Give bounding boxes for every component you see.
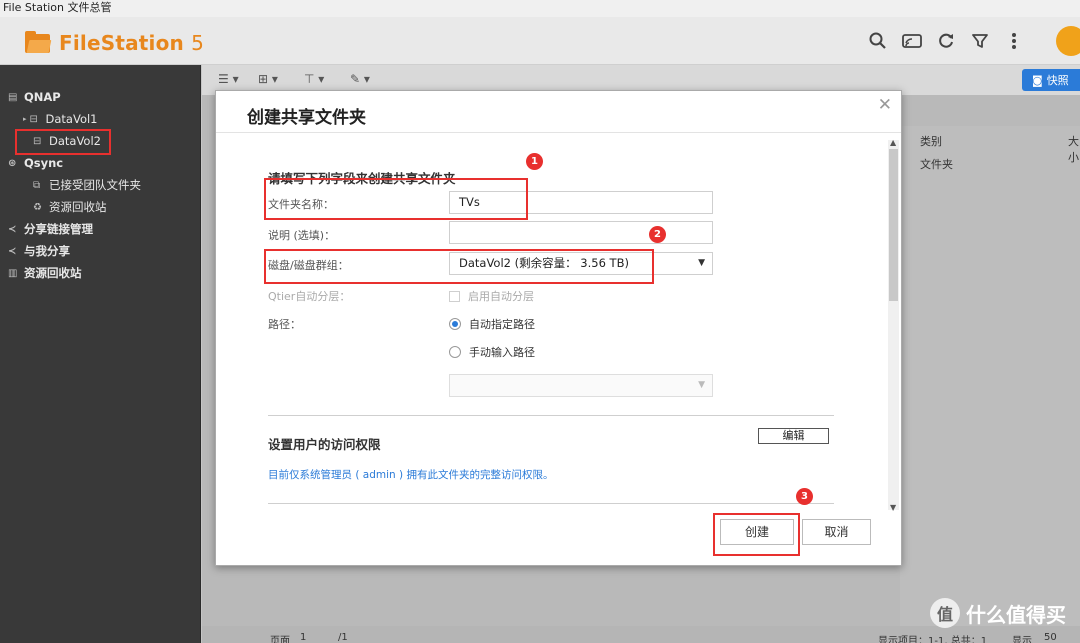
path-select[interactable]: ▼ (449, 374, 713, 397)
scroll-up-icon[interactable]: ▲ (890, 138, 896, 147)
caret-right-icon: ▸ (23, 115, 27, 123)
watermark: 值 什么值得买 (930, 598, 1066, 628)
permission-info-text: 目前仅系统管理员 ( admin ) 拥有此文件夹的完整访问权限。 (268, 469, 554, 481)
window-title: File Station 文件总管 (0, 0, 1080, 17)
edit-permissions-button[interactable]: 编辑 (758, 428, 829, 444)
watermark-logo: 值 (930, 598, 960, 628)
qtier-option-label: 启用自动分层 (468, 290, 534, 303)
dialog-title: 创建共享文件夹 (247, 108, 366, 128)
page-input[interactable]: 1 (300, 632, 306, 643)
server-icon: ▤ (8, 91, 18, 103)
sidebar-item-qnap[interactable]: ▤ QNAP (8, 87, 61, 107)
trash-icon: ▥ (8, 267, 18, 279)
dropdown-arrow-icon: ▼ (698, 258, 705, 268)
path-auto-label: 自动指定路径 (469, 318, 535, 331)
sidebar-item-shared-with-me[interactable]: ≺ 与我分享 (8, 241, 70, 261)
dropdown-arrow-icon: ▼ (698, 380, 705, 390)
app-name-text: FileStation (59, 31, 184, 55)
section-title-permissions: 设置用户的访问权限 (268, 437, 381, 452)
share-in-icon: ≺ (8, 245, 17, 257)
path-manual-option[interactable]: 手动输入路径 (449, 344, 535, 360)
more-icon[interactable] (1004, 31, 1024, 51)
team-folder-icon: ⧉ (33, 179, 41, 191)
refresh-icon[interactable] (936, 31, 956, 51)
view-mode-icon[interactable]: ☰ ▾ (218, 72, 239, 86)
sidebar-item-recycle-bin[interactable]: ▥ 资源回收站 (8, 263, 82, 283)
camera-icon: ◙ (1032, 73, 1043, 87)
snapshot-label: 快照 (1046, 74, 1069, 87)
sidebar-item-qsync[interactable]: ⊛ Qsync (8, 153, 63, 173)
tools-icon[interactable]: ✎ ▾ (350, 72, 370, 86)
upload-icon[interactable]: ⊤ ▾ (304, 72, 324, 86)
sidebar-item-label: QNAP (24, 90, 61, 104)
qtier-checkbox-row: 启用自动分层 (449, 288, 534, 304)
annotation-highlight-datavol2 (15, 129, 111, 155)
sidebar-item-label: 资源回收站 (24, 266, 82, 280)
column-header-size[interactable]: 大小 (1068, 133, 1080, 165)
path-manual-radio[interactable] (449, 346, 461, 358)
user-avatar[interactable] (1056, 26, 1080, 56)
annotation-marker-3: 3 (796, 488, 813, 505)
close-icon[interactable]: ✕ (878, 95, 892, 115)
app-name: FileStation 5 (59, 31, 204, 55)
sidebar-item-share-links[interactable]: ≺ 分享链接管理 (8, 219, 93, 239)
column-header-type[interactable]: 类别 (920, 133, 942, 149)
watermark-text: 什么值得买 (966, 602, 1066, 627)
display-label: 显示 (1012, 636, 1032, 643)
sidebar-item-team-folders[interactable]: ⧉ 已接受团队文件夹 (33, 175, 141, 195)
dialog-scrollbar[interactable]: ▲ ▼ (888, 138, 899, 512)
dialog-divider (216, 132, 901, 133)
path-auto-option[interactable]: 自动指定路径 (449, 316, 535, 332)
file-list-columns (900, 126, 1080, 626)
sidebar-item-datavol1[interactable]: ▸ ⊟ DataVol1 (23, 109, 98, 129)
cancel-button[interactable]: 取消 (802, 519, 871, 545)
sync-icon: ⊛ (8, 157, 17, 169)
sidebar: ▤ QNAP ▸ ⊟ DataVol1 ⊟ DataVol2 ⊛ Qsync ⧉… (0, 65, 201, 643)
sidebar-item-label: 与我分享 (24, 244, 70, 258)
qtier-checkbox[interactable] (449, 290, 460, 302)
section-divider (268, 415, 834, 416)
recycle-icon: ♻ (33, 201, 42, 213)
app-version: 5 (191, 31, 205, 55)
create-shared-folder-dialog: 创建共享文件夹 ✕ ▲ ▼ 请填写下列字段来创建共享文件夹 文件夹名称： TVs… (215, 90, 902, 566)
path-manual-label: 手动输入路径 (469, 346, 535, 359)
filter-icon[interactable] (970, 31, 990, 51)
app-logo: FileStation 5 (25, 30, 204, 55)
status-bar: 页面 1 /1 显示项目：1-1, 总共：1 显示 50 (202, 626, 1080, 643)
annotation-marker-1: 1 (526, 153, 543, 170)
description-label: 说明 (选填)： (268, 229, 336, 242)
path-label: 路径： (268, 318, 301, 331)
folder-logo-icon (25, 30, 52, 53)
section-divider (268, 503, 834, 504)
sidebar-item-qsync-recycle[interactable]: ♻ 资源回收站 (33, 197, 107, 217)
snapshot-button[interactable]: ◙ 快照 (1022, 69, 1080, 91)
header-tools (868, 31, 1056, 51)
annotation-highlight-folder-name (264, 178, 528, 220)
page-total: /1 (338, 632, 348, 643)
sidebar-item-label: Qsync (24, 156, 64, 170)
table-cell-type: 文件夹 (920, 158, 953, 171)
scroll-thumb[interactable] (889, 149, 898, 301)
description-input[interactable] (449, 221, 713, 244)
path-auto-radio[interactable] (449, 318, 461, 330)
sidebar-item-label: 资源回收站 (49, 200, 107, 214)
sidebar-item-label: DataVol1 (45, 112, 98, 126)
per-page-select[interactable]: 50 (1044, 632, 1057, 643)
qtier-label: Qtier自动分层： (268, 290, 351, 303)
sidebar-item-label: 分享链接管理 (24, 222, 93, 236)
scroll-down-icon[interactable]: ▼ (890, 503, 896, 512)
new-folder-icon[interactable]: ⊞ ▾ (258, 72, 278, 86)
page-label: 页面 (270, 636, 290, 643)
sidebar-item-label: 已接受团队文件夹 (49, 178, 141, 192)
share-icon: ≺ (8, 223, 17, 235)
annotation-highlight-volume (264, 249, 654, 284)
disk-icon: ⊟ (29, 113, 38, 125)
annotation-marker-2: 2 (649, 226, 666, 243)
search-icon[interactable] (868, 31, 888, 51)
display-items: 显示项目：1-1, 总共：1 (878, 636, 988, 643)
annotation-highlight-create (713, 513, 800, 556)
cast-icon[interactable] (902, 31, 922, 51)
app-header: FileStation 5 (0, 17, 1080, 65)
